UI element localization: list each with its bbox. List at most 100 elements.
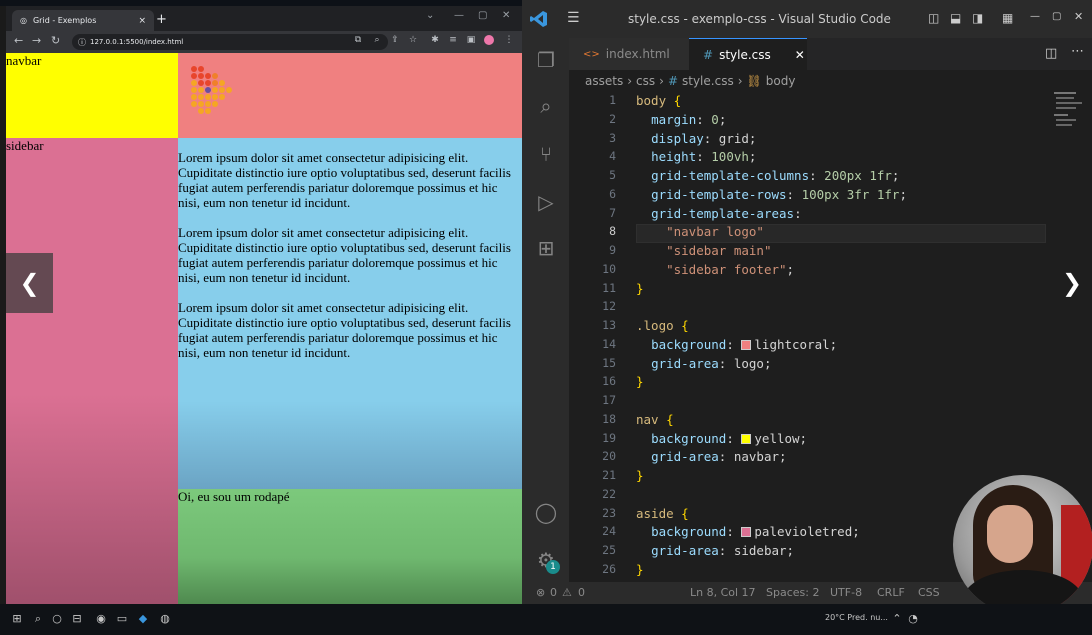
layout-icon[interactable]: ▦ — [1002, 11, 1013, 25]
split-editor-icon[interactable]: ◫ — [1045, 46, 1057, 61]
code-line: .logo { — [636, 318, 689, 333]
widgets-icon[interactable]: ⊟ — [70, 612, 84, 626]
search-icon[interactable]: ⌕ — [534, 94, 558, 118]
chevron-right-icon: ❯ — [1061, 269, 1083, 297]
reading-list-icon[interactable]: ≡ — [448, 35, 458, 45]
line-number: 15 — [602, 355, 616, 370]
breadcrumb-item[interactable]: css — [636, 74, 655, 88]
line-number: 21 — [602, 468, 616, 482]
code-line: grid-template-rows: 100px 3fr 1fr; — [651, 186, 907, 202]
code-line: body { — [636, 93, 682, 108]
close-tab-icon[interactable]: × — [138, 16, 146, 26]
code-line: background: palevioletred; — [651, 524, 860, 540]
minimap[interactable] — [1050, 90, 1090, 140]
search-icon[interactable]: ⌕ — [31, 612, 45, 626]
globe-icon: ◎ — [20, 16, 27, 25]
browser-menu-icon[interactable]: ⋮ — [504, 35, 514, 45]
line-number: 22 — [602, 486, 616, 501]
chrome-icon[interactable]: ◉ — [94, 612, 108, 626]
warning-count[interactable]: 0 — [578, 586, 585, 599]
code-line: margin: 0; — [651, 111, 727, 127]
error-count[interactable]: 0 — [550, 586, 557, 599]
line-number: 9 — [609, 243, 616, 257]
profile-avatar[interactable] — [484, 35, 494, 45]
code-line: display: grid; — [651, 130, 757, 146]
css-file-icon: # — [667, 74, 678, 88]
code-line: aside { — [636, 505, 689, 521]
line-number: 4 — [609, 149, 616, 164]
warning-icon[interactable]: ⚠ — [562, 586, 572, 599]
indentation[interactable]: Spaces: 2 — [766, 586, 819, 599]
page-main: Lorem ipsum dolor sit amet consectetur a… — [178, 138, 522, 489]
share-icon[interactable]: ⇪ — [390, 35, 400, 45]
minimize-button[interactable]: — — [454, 10, 464, 21]
bookmark-star-icon[interactable]: ☆ — [408, 35, 418, 45]
main-paragraph: Lorem ipsum dolor sit amet consectetur a… — [178, 225, 511, 285]
account-icon[interactable]: ◯ — [534, 500, 558, 524]
vscode-taskbar-icon[interactable]: ◆ — [136, 612, 150, 626]
more-actions-icon[interactable]: ⋯ — [1071, 44, 1084, 59]
encoding[interactable]: UTF-8 — [830, 586, 862, 599]
code-line: } — [636, 280, 644, 296]
line-number: 23 — [602, 505, 616, 520]
tab-index-html[interactable]: <> index.html — [569, 38, 689, 70]
code-line: grid-area: navbar; — [651, 449, 787, 465]
reload-icon[interactable]: ↻ — [51, 34, 60, 47]
tray-chevron-icon[interactable]: ⌃ — [890, 612, 904, 626]
code-line: height: 100vh; — [651, 149, 757, 165]
extensions-icon[interactable]: ✱ — [430, 35, 440, 45]
chevron-down-icon[interactable]: ⌄ — [426, 10, 434, 21]
tab-style-css[interactable]: # style.css ✕ — [689, 38, 807, 70]
zoom-icon[interactable]: ⌕ — [372, 35, 382, 45]
run-debug-icon[interactable]: ▷ — [534, 190, 558, 214]
toggle-sidebar-icon[interactable]: ◫ — [928, 11, 939, 25]
toggle-secondary-sidebar-icon[interactable]: ◨ — [972, 11, 983, 25]
settings-badge: 1 — [546, 560, 560, 574]
error-icon[interactable]: ⊗ — [536, 586, 545, 599]
browser-tab-bar: ◎ Grid - Exemplos × + ⌄ — ▢ ✕ — [6, 6, 522, 31]
chevron-right-icon: › — [659, 74, 664, 88]
footer-text: Oi, eu sou um rodapé — [178, 489, 290, 504]
close-window-button[interactable]: ✕ — [1074, 10, 1083, 23]
back-arrow-icon[interactable]: ← — [14, 34, 23, 47]
app-icon[interactable]: ◍ — [158, 612, 172, 626]
address-bar[interactable]: ⓘ 127.0.0.1:5500/index.html — [72, 34, 388, 50]
side-panel-icon[interactable]: ▣ — [466, 35, 476, 45]
breadcrumb-item[interactable]: body — [766, 74, 796, 88]
file-explorer-icon[interactable]: ▭ — [115, 612, 129, 626]
logo-icon — [191, 66, 232, 114]
tray-icon[interactable]: ◔ — [906, 612, 920, 626]
explorer-icon[interactable]: ❐ — [534, 48, 558, 72]
breadcrumb-item[interactable]: style.css — [682, 74, 734, 88]
close-tab-icon[interactable]: ✕ — [795, 48, 805, 62]
html-file-icon: <> — [583, 48, 600, 60]
line-number: 16 — [602, 374, 616, 389]
webcam-face — [987, 505, 1033, 563]
language-mode[interactable]: CSS — [918, 586, 940, 599]
translate-icon[interactable]: ⧉ — [353, 35, 363, 45]
browser-tab[interactable]: ◎ Grid - Exemplos × — [12, 10, 154, 31]
next-slide-button[interactable]: ❯ — [1052, 253, 1092, 313]
navbar-text: navbar — [6, 53, 42, 68]
weather-widget[interactable]: 20°C Pred. nu... — [825, 613, 888, 622]
line-ending[interactable]: CRLF — [877, 586, 905, 599]
cursor-position[interactable]: Ln 8, Col 17 — [690, 586, 756, 599]
minimize-button[interactable]: — — [1030, 11, 1040, 22]
maximize-button[interactable]: ▢ — [1052, 11, 1061, 22]
breadcrumb-item[interactable]: assets — [585, 74, 623, 88]
code-line: grid-template-areas: — [651, 205, 802, 221]
menu-icon[interactable]: ☰ — [567, 10, 580, 26]
task-view-icon[interactable]: ○ — [50, 612, 64, 626]
windows-start-icon[interactable]: ⊞ — [10, 612, 24, 626]
maximize-button[interactable]: ▢ — [478, 10, 487, 21]
toggle-panel-icon[interactable]: ⬓ — [950, 11, 961, 25]
previous-slide-button[interactable]: ❮ — [6, 253, 53, 313]
extensions-icon[interactable]: ⊞ — [534, 236, 558, 260]
source-control-icon[interactable]: ⑂ — [534, 142, 558, 166]
line-number: 10 — [602, 261, 616, 276]
line-number: 3 — [609, 130, 616, 145]
close-window-button[interactable]: ✕ — [502, 10, 510, 21]
forward-arrow-icon[interactable]: → — [32, 34, 41, 47]
chevron-right-icon: › — [737, 74, 743, 88]
new-tab-button[interactable]: + — [156, 12, 167, 27]
